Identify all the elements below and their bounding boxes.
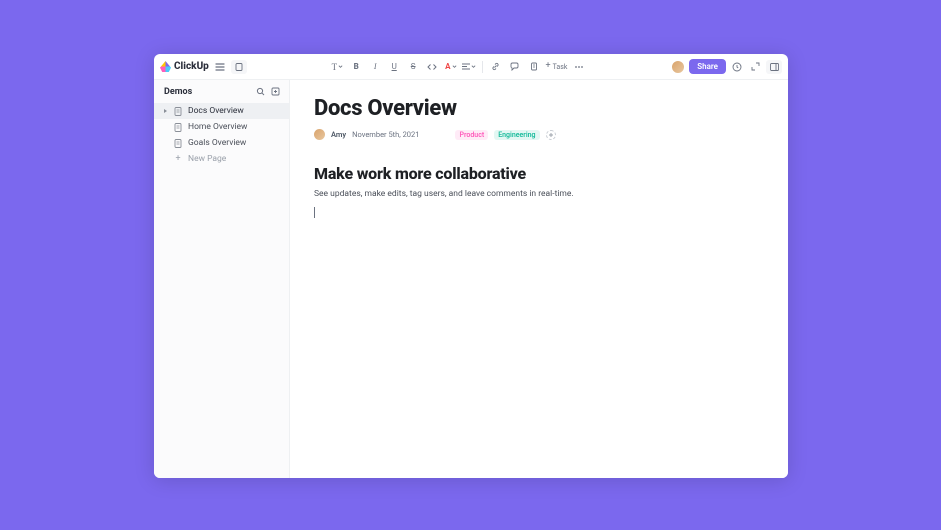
bold-icon: B xyxy=(354,62,359,71)
sidebar-item-goals-overview[interactable]: Goals Overview xyxy=(154,135,289,151)
sidebar-item-label: Docs Overview xyxy=(188,106,244,116)
strikethrough-button[interactable]: S xyxy=(406,60,420,74)
plus-icon xyxy=(548,132,554,138)
sidebar-list: Docs Overview Home Overview Goals Overvi… xyxy=(154,103,289,478)
add-task-button[interactable]: + Task xyxy=(546,62,568,71)
italic-icon: I xyxy=(374,62,377,71)
code-icon xyxy=(427,63,437,71)
share-button[interactable]: Share xyxy=(689,59,726,74)
text-color-icon: A xyxy=(445,62,450,71)
add-page-icon xyxy=(271,87,280,96)
sidebar-item-label: Goals Overview xyxy=(188,138,246,148)
align-button[interactable] xyxy=(462,60,476,74)
text-style-label: T xyxy=(332,62,338,72)
text-color-button[interactable]: A xyxy=(445,60,456,74)
sidebar-item-label: New Page xyxy=(188,154,226,164)
sidebar-header: Demos xyxy=(154,80,289,103)
link-icon xyxy=(491,62,500,71)
tag-engineering[interactable]: Engineering xyxy=(494,130,539,140)
code-button[interactable] xyxy=(425,60,439,74)
align-left-icon xyxy=(462,63,470,70)
chevron-down-icon xyxy=(338,64,343,69)
document-meta: Amy November 5th, 2021 Product Engineeri… xyxy=(314,129,764,140)
menu-toggle-button[interactable] xyxy=(213,60,227,74)
hamburger-icon xyxy=(215,63,225,71)
body-paragraph[interactable]: See updates, make edits, tag users, and … xyxy=(314,189,764,199)
expand-icon xyxy=(751,62,760,71)
page-icon xyxy=(235,63,243,71)
panel-icon xyxy=(770,63,779,71)
text-style-button[interactable]: T xyxy=(332,60,344,74)
author-name: Amy xyxy=(331,130,346,139)
sidebar: Demos Doc xyxy=(154,80,290,478)
underline-icon: U xyxy=(392,62,397,71)
italic-button[interactable]: I xyxy=(368,60,382,74)
panel-button[interactable] xyxy=(766,60,782,74)
document-date: November 5th, 2021 xyxy=(352,130,419,139)
sidebar-search-button[interactable] xyxy=(255,86,266,97)
expand-button[interactable] xyxy=(748,60,762,74)
page-mode-button[interactable] xyxy=(231,60,247,74)
chevron-down-icon xyxy=(452,64,457,69)
section-heading[interactable]: Make work more collaborative xyxy=(314,164,764,183)
bold-button[interactable]: B xyxy=(349,60,363,74)
add-tag-button[interactable] xyxy=(546,130,556,140)
sidebar-new-page[interactable]: + New Page xyxy=(154,151,289,167)
task-label: Task xyxy=(553,63,568,71)
search-icon xyxy=(256,87,265,96)
toolbar-divider xyxy=(482,61,483,73)
chevron-down-icon xyxy=(471,64,476,69)
link-button[interactable] xyxy=(489,60,503,74)
history-button[interactable] xyxy=(730,60,744,74)
app-body: Demos Doc xyxy=(154,80,788,478)
sidebar-title: Demos xyxy=(164,87,192,97)
doc-icon xyxy=(173,107,183,116)
underline-button[interactable]: U xyxy=(387,60,401,74)
brand-logo[interactable]: ClickUp xyxy=(160,61,209,72)
more-button[interactable] xyxy=(572,60,586,74)
user-avatar[interactable] xyxy=(671,60,685,74)
document-title[interactable]: Docs Overview xyxy=(314,96,764,121)
strikethrough-icon: S xyxy=(411,62,416,71)
attachment-button[interactable] xyxy=(527,60,541,74)
sidebar-item-home-overview[interactable]: Home Overview xyxy=(154,119,289,135)
sidebar-item-docs-overview[interactable]: Docs Overview xyxy=(154,103,289,119)
author-avatar[interactable] xyxy=(314,129,325,140)
doc-icon xyxy=(173,123,183,132)
app-window: ClickUp T B I U S xyxy=(154,54,788,478)
plus-icon: + xyxy=(173,154,183,164)
attachment-icon xyxy=(530,62,538,71)
doc-icon xyxy=(173,139,183,148)
topbar: ClickUp T B I U S xyxy=(154,54,788,80)
logo-icon xyxy=(160,61,171,72)
document-editor[interactable]: Docs Overview Amy November 5th, 2021 Pro… xyxy=(290,80,788,478)
more-horizontal-icon xyxy=(574,65,584,69)
comment-icon xyxy=(510,62,519,71)
brand-name: ClickUp xyxy=(174,61,209,72)
tag-product[interactable]: Product xyxy=(455,130,488,140)
clock-icon xyxy=(732,62,742,72)
sidebar-item-label: Home Overview xyxy=(188,122,247,132)
text-cursor xyxy=(314,207,315,218)
caret-icon xyxy=(162,108,168,114)
sidebar-add-button[interactable] xyxy=(270,86,281,97)
plus-icon: + xyxy=(546,62,551,71)
comment-button[interactable] xyxy=(508,60,522,74)
